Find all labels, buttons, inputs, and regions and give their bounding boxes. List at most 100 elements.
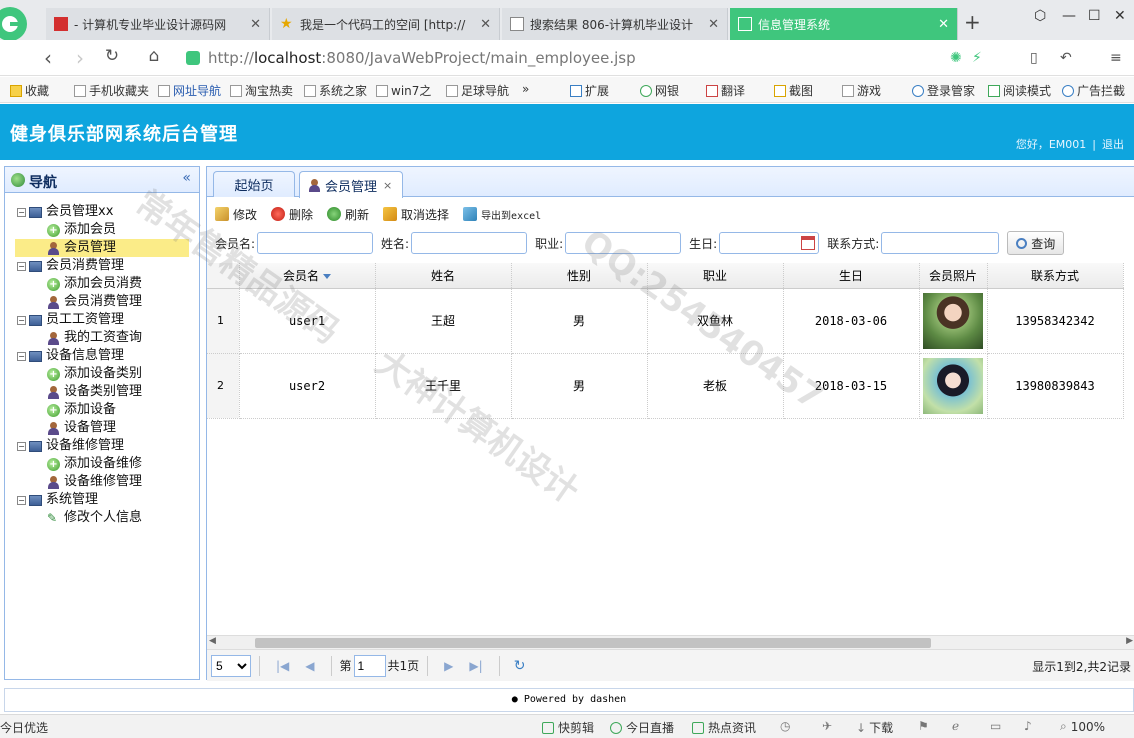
undo-icon[interactable]: ↶ bbox=[1060, 50, 1072, 66]
lightning-icon[interactable]: ⚡ bbox=[972, 50, 982, 66]
member-name-input[interactable] bbox=[257, 232, 374, 254]
table-row[interactable]: 2 user2 王千里 男 老板 2018-03-15 13980839843 bbox=[207, 353, 1124, 419]
nav-item[interactable]: + 添加会员 bbox=[5, 221, 199, 239]
status-left-text[interactable]: 今日优选 bbox=[0, 719, 48, 736]
column-header-contact[interactable]: 联系方式 bbox=[987, 263, 1124, 289]
last-page-icon[interactable]: ▶| bbox=[469, 659, 482, 673]
expand-toggle-icon[interactable]: − bbox=[17, 207, 26, 217]
calendar-icon[interactable] bbox=[801, 236, 816, 250]
home-icon[interactable]: ⌂ bbox=[142, 46, 166, 66]
scroll-thumb[interactable] bbox=[255, 638, 931, 648]
column-header-name[interactable]: 姓名 bbox=[375, 263, 512, 289]
forward-icon[interactable]: › bbox=[68, 46, 92, 70]
tab-member-management[interactable]: 会员管理 × bbox=[299, 171, 403, 198]
nav-item[interactable]: ✎ 修改个人信息 bbox=[5, 509, 199, 527]
status-live[interactable]: 今日直播 bbox=[610, 719, 674, 736]
flag-icon[interactable]: ⚑ bbox=[918, 719, 929, 733]
prev-page-icon[interactable]: ◀ bbox=[305, 659, 314, 673]
page-size-select[interactable]: 5 bbox=[211, 654, 251, 677]
close-tab-icon[interactable]: ✕ bbox=[938, 17, 949, 32]
column-header-birthday[interactable]: 生日 bbox=[783, 263, 920, 289]
back-icon[interactable]: ‹ bbox=[36, 46, 60, 70]
tab-start-page[interactable]: 起始页 bbox=[213, 171, 295, 197]
close-tab-icon[interactable]: ✕ bbox=[708, 17, 719, 32]
column-header-photo[interactable]: 会员照片 bbox=[919, 263, 988, 289]
bookmark-mobile[interactable]: 手机收藏夹 bbox=[74, 82, 149, 99]
plane-icon[interactable]: ✈ bbox=[822, 719, 832, 733]
minimize-icon[interactable]: — bbox=[1062, 8, 1076, 24]
skin-icon[interactable]: ⬡ bbox=[1034, 8, 1046, 24]
export-excel-button[interactable]: 导出到excel bbox=[463, 207, 541, 222]
bookmark-win7[interactable]: win7之 bbox=[376, 82, 431, 99]
reload-icon[interactable]: ↻ bbox=[514, 658, 526, 674]
contact-input[interactable] bbox=[881, 232, 1000, 254]
logout-link[interactable]: 退出 bbox=[1102, 138, 1124, 151]
column-header-member-name[interactable]: 会员名 bbox=[239, 263, 376, 289]
close-tab-icon[interactable]: ✕ bbox=[480, 17, 491, 32]
bookmark-reader[interactable]: 阅读模式 bbox=[988, 82, 1051, 99]
bookmark-xitong[interactable]: 系统之家 bbox=[304, 82, 367, 99]
scroll-right-icon[interactable]: ▶ bbox=[1126, 636, 1133, 646]
first-page-icon[interactable]: |◀ bbox=[276, 659, 289, 673]
window-icon[interactable]: ▭ bbox=[990, 719, 1001, 733]
nav-item[interactable]: 设备维修管理 bbox=[5, 473, 199, 491]
ie-icon[interactable]: ℯ bbox=[952, 719, 959, 733]
edit-button[interactable]: 修改 bbox=[215, 206, 257, 223]
bookmark-login-manager[interactable]: 登录管家 bbox=[912, 82, 975, 99]
nav-item[interactable]: + 添加设备类别 bbox=[5, 365, 199, 383]
table-row[interactable]: 1 user1 王超 男 双鱼林 2018-03-06 13958342342 bbox=[207, 288, 1124, 354]
status-news[interactable]: 热点资讯 bbox=[692, 719, 756, 736]
maximize-icon[interactable]: ☐ bbox=[1088, 8, 1101, 24]
nav-item[interactable]: 我的工资查询 bbox=[5, 329, 199, 347]
sound-icon[interactable]: ♪ bbox=[1024, 719, 1032, 733]
close-window-icon[interactable]: ✕ bbox=[1114, 8, 1126, 24]
delete-button[interactable]: 删除 bbox=[271, 206, 313, 223]
expand-toggle-icon[interactable]: − bbox=[17, 351, 26, 361]
column-header-job[interactable]: 职业 bbox=[647, 263, 784, 289]
nav-item[interactable]: − 会员管理xx bbox=[5, 203, 199, 221]
next-page-icon[interactable]: ▶ bbox=[444, 659, 453, 673]
reload-icon[interactable]: ↻ bbox=[100, 46, 124, 66]
nav-item[interactable]: 设备管理 bbox=[5, 419, 199, 437]
horizontal-scrollbar[interactable]: ◀ ▶ bbox=[207, 635, 1134, 649]
nav-item[interactable]: 会员消费管理 bbox=[5, 293, 199, 311]
bookmark-taobao[interactable]: 淘宝热卖 bbox=[230, 82, 293, 99]
speed-icon[interactable]: ✺ bbox=[950, 50, 962, 66]
nav-item[interactable]: + 添加设备 bbox=[5, 401, 199, 419]
refresh-button[interactable]: 刷新 bbox=[327, 206, 369, 223]
cancel-select-button[interactable]: 取消选择 bbox=[383, 206, 449, 223]
browser-tab-4-active[interactable]: 信息管理系统 ✕ bbox=[730, 8, 958, 40]
url-field[interactable]: http://localhost:8080/JavaWebProject/mai… bbox=[186, 44, 946, 72]
status-quick-edit[interactable]: 快剪辑 bbox=[542, 719, 594, 736]
nav-item[interactable]: + 添加设备维修 bbox=[5, 455, 199, 473]
nav-item[interactable]: 设备类别管理 bbox=[5, 383, 199, 401]
nav-item[interactable]: − 设备信息管理 bbox=[5, 347, 199, 365]
browser-tab-2[interactable]: ★ 我是一个代码工的空间 [http:// ✕ bbox=[272, 8, 500, 40]
bookmark-translate[interactable]: 翻译 bbox=[706, 82, 745, 99]
close-tab-icon[interactable]: ✕ bbox=[250, 17, 261, 32]
bookmark-bank[interactable]: 网银 bbox=[640, 82, 679, 99]
expand-toggle-icon[interactable]: − bbox=[17, 315, 26, 325]
menu-icon[interactable]: ≡ bbox=[1110, 50, 1122, 66]
job-input[interactable] bbox=[565, 232, 682, 254]
status-download[interactable]: ↓ 下载 bbox=[856, 719, 893, 736]
expand-toggle-icon[interactable]: − bbox=[17, 261, 26, 271]
nav-item[interactable]: − 设备维修管理 bbox=[5, 437, 199, 455]
nav-item[interactable]: + 添加会员消费 bbox=[5, 275, 199, 293]
nav-item[interactable]: 会员管理 bbox=[15, 239, 189, 257]
scroll-left-icon[interactable]: ◀ bbox=[209, 636, 216, 646]
expand-toggle-icon[interactable]: − bbox=[17, 495, 26, 505]
bookmark-more[interactable]: » bbox=[522, 82, 529, 96]
phone-icon[interactable]: ▯ bbox=[1030, 50, 1038, 66]
nav-item[interactable]: − 会员消费管理 bbox=[5, 257, 199, 275]
search-button[interactable]: 查询 bbox=[1007, 231, 1065, 255]
expand-toggle-icon[interactable]: − bbox=[17, 441, 26, 451]
browser-tab-3[interactable]: 搜索结果 806-计算机毕业设计 ✕ bbox=[502, 8, 728, 40]
close-tab-icon[interactable]: × bbox=[383, 179, 392, 192]
collapse-icon[interactable]: « bbox=[182, 170, 191, 186]
page-number-input[interactable] bbox=[353, 654, 386, 677]
bookmark-games[interactable]: 游戏 bbox=[842, 82, 881, 99]
browser-tab-1[interactable]: - 计算机专业毕业设计源码网 ✕ bbox=[46, 8, 270, 40]
column-header-gender[interactable]: 性别 bbox=[511, 263, 648, 289]
clock-icon[interactable]: ◷ bbox=[780, 719, 790, 733]
